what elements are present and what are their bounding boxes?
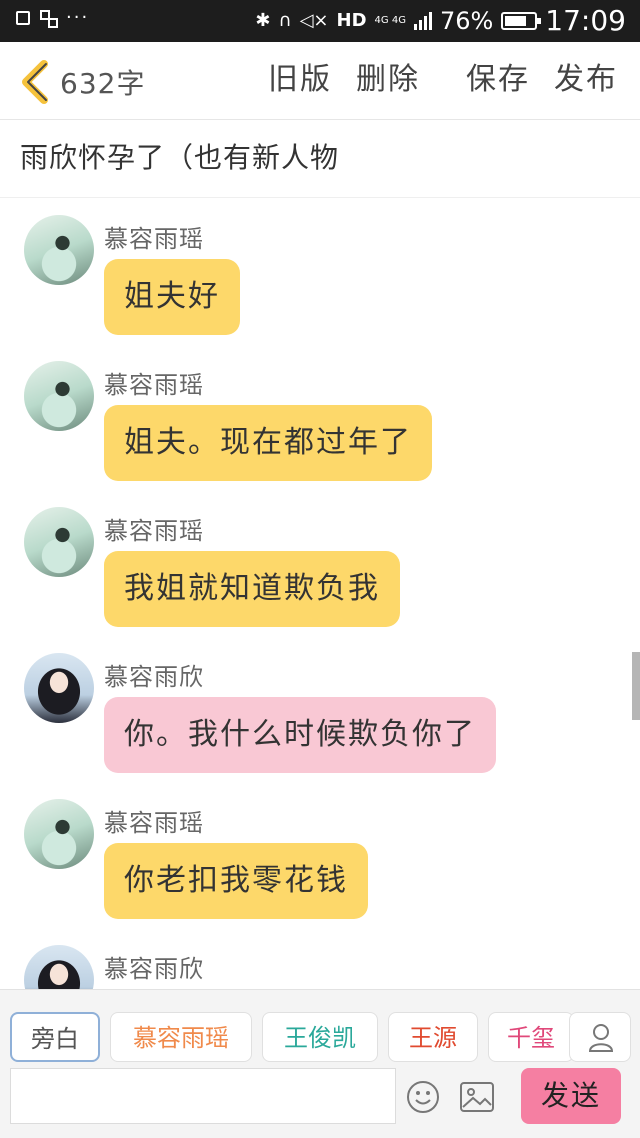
back-button[interactable]	[16, 60, 56, 104]
signal-icon	[413, 11, 432, 30]
battery-icon	[501, 11, 542, 30]
role-narrator-button[interactable]: 旁白	[10, 1012, 100, 1062]
avatar[interactable]	[24, 799, 94, 869]
avatar[interactable]	[24, 945, 94, 989]
battery-fill	[505, 15, 527, 26]
emoji-button[interactable]	[406, 1080, 440, 1114]
role-button[interactable]: 慕容雨瑶	[110, 1012, 252, 1062]
message-bubble[interactable]: 姐夫好	[104, 259, 240, 335]
chevron-left-icon	[22, 60, 48, 104]
image-icon	[16, 11, 30, 25]
sender-name: 慕容雨瑶	[104, 225, 204, 253]
sender-name: 慕容雨欣	[104, 955, 204, 983]
delete-button[interactable]: 删除	[344, 60, 432, 100]
toolbar-actions: 旧版 删除 保存 发布	[256, 60, 630, 100]
sender-name: 慕容雨瑶	[104, 809, 204, 837]
sender-name: 慕容雨欣	[104, 663, 204, 691]
mute-icon: ◁×	[299, 10, 329, 31]
message-bubble[interactable]: 姐夫。现在都过年了	[104, 405, 432, 481]
story-title[interactable]: 雨欣怀孕了（也有新人物	[0, 120, 640, 198]
sender-name: 慕容雨瑶	[104, 517, 204, 545]
apps-icon	[40, 10, 58, 28]
image-button[interactable]	[460, 1082, 494, 1112]
publish-button[interactable]: 发布	[542, 60, 630, 100]
sender-name: 慕容雨瑶	[104, 371, 204, 399]
word-count: 632字	[60, 67, 146, 100]
editor-toolbar: 632字 旧版 删除 保存 发布	[0, 42, 640, 120]
composer-panel: 旁白 慕容雨瑶 王俊凯 王源 千玺 发送	[0, 989, 640, 1138]
message-input[interactable]	[10, 1068, 396, 1124]
avatar[interactable]	[24, 507, 94, 577]
add-role-button[interactable]	[569, 1012, 631, 1062]
avatar[interactable]	[24, 215, 94, 285]
message-bubble[interactable]: 你。我什么时候欺负你了	[104, 697, 496, 773]
chat-area[interactable]: 慕容雨瑶 姐夫好 慕容雨瑶 姐夫。现在都过年了 慕容雨瑶 我姐就知道欺负我 慕容…	[0, 199, 640, 989]
scrollbar[interactable]	[632, 652, 640, 720]
battery-percent: 76%	[439, 6, 494, 35]
bluetooth-icon: ✱	[255, 10, 271, 31]
role-selector: 旁白 慕容雨瑶 王俊凯 王源 千玺	[10, 1012, 574, 1062]
send-button[interactable]: 发送	[521, 1068, 621, 1124]
role-button[interactable]: 千玺	[488, 1012, 574, 1062]
network-indicator: 4G 4G	[374, 14, 406, 26]
role-button[interactable]: 王俊凯	[262, 1012, 378, 1062]
avatar[interactable]	[24, 361, 94, 431]
clock: 17:09	[545, 4, 626, 37]
message-bubble[interactable]: 我姐就知道欺负我	[104, 551, 400, 627]
status-bar: ··· ✱ ∩ ◁× HD 4G 4G 76% 17:09	[0, 0, 640, 42]
role-button[interactable]: 王源	[388, 1012, 478, 1062]
old-version-button[interactable]: 旧版	[256, 60, 344, 100]
image-icon	[460, 1082, 494, 1112]
hd-indicator: HD	[336, 10, 367, 31]
more-dots-icon: ···	[66, 7, 90, 28]
user-icon	[588, 1024, 614, 1052]
status-right-icons: ✱ ∩ ◁× HD 4G 4G 76% 17:09	[255, 4, 626, 37]
status-left-icons: ···	[16, 7, 90, 28]
headphones-icon: ∩	[278, 10, 292, 31]
avatar[interactable]	[24, 653, 94, 723]
message-bubble[interactable]: 你老扣我零花钱	[104, 843, 368, 919]
save-button[interactable]: 保存	[454, 60, 542, 100]
emoji-icon	[407, 1081, 439, 1113]
